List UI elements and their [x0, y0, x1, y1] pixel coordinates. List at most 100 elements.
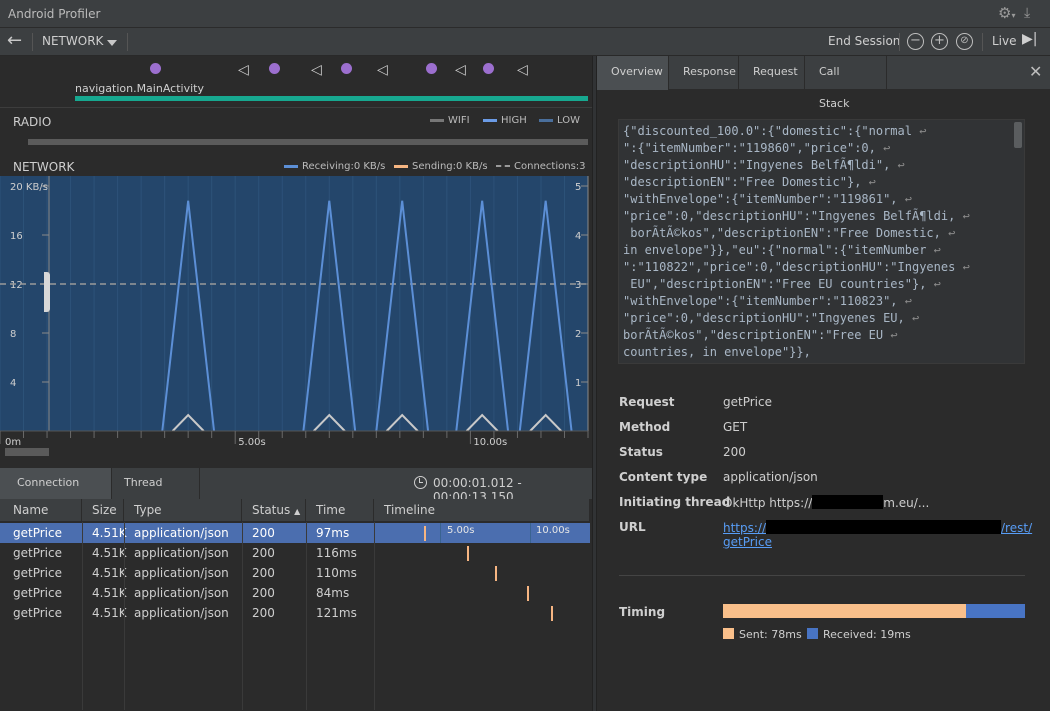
- field-value: GET: [723, 420, 748, 434]
- cell-name: getPrice: [13, 606, 62, 620]
- reset-zoom-icon[interactable]: ⊘: [956, 33, 973, 50]
- back-event-icon[interactable]: ◁: [517, 63, 528, 77]
- profiler-selector[interactable]: NETWORK: [42, 34, 103, 48]
- legend-wifi: WIFI: [430, 115, 470, 126]
- timeline-bar: [527, 586, 530, 601]
- end-session-button[interactable]: End Session: [828, 34, 900, 48]
- activity-bar[interactable]: [75, 96, 588, 101]
- zoom-in-icon[interactable]: +: [931, 33, 948, 50]
- y-right-tick-label: 3: [575, 280, 581, 291]
- y-tick-label: 4: [10, 378, 16, 389]
- column-divider: [124, 522, 125, 710]
- column-type[interactable]: Type: [124, 499, 242, 522]
- tab-response[interactable]: Response: [669, 56, 739, 90]
- column-name[interactable]: Name: [0, 499, 82, 522]
- cell-name: getPrice: [13, 586, 62, 600]
- cell-type: application/json: [134, 566, 229, 580]
- timeline-bar: [551, 606, 554, 621]
- cell-size: 4.51K: [92, 546, 127, 560]
- legend-sending: Sending:0 KB/s: [394, 161, 488, 172]
- timing-bar: [723, 604, 1025, 618]
- table-row[interactable]: getPrice 4.51K application/json 200 97ms 5.00…: [0, 523, 590, 543]
- back-event-icon[interactable]: ◁: [377, 63, 388, 77]
- response-preview[interactable]: {"discounted_100.0":{"domestic":{"normal…: [618, 119, 1025, 364]
- detail-tabs: Overview Response Request Call Stack ✕: [597, 56, 1050, 110]
- go-live-icon[interactable]: ▶|: [1022, 31, 1037, 47]
- table-row[interactable]: getPrice 4.51K application/json 200 110ms: [0, 563, 590, 583]
- timeline-label: 10.00s: [536, 525, 570, 536]
- cell-time: 110ms: [316, 566, 357, 580]
- cell-status: 200: [252, 526, 275, 540]
- x-tick-label: 0m: [5, 437, 21, 448]
- timeline-divider: [440, 523, 441, 543]
- zoom-out-icon[interactable]: −: [907, 33, 924, 50]
- back-event-icon[interactable]: ◁: [311, 63, 322, 77]
- code-line: in envelope"}},"eu":{"normal":{"itemNumb…: [623, 243, 941, 257]
- soft-wrap-icon: ↩: [861, 175, 876, 189]
- response-body: {"discounted_100.0":{"domestic":{"normal…: [623, 123, 1003, 361]
- touch-event-dot[interactable]: [483, 63, 494, 74]
- touch-event-dot[interactable]: [426, 63, 437, 74]
- table-row[interactable]: getPrice 4.51K application/json 200 84ms: [0, 583, 590, 603]
- timeline-label: 5.00s: [447, 525, 475, 536]
- column-size[interactable]: Size: [82, 499, 124, 522]
- soft-wrap-icon: ↩: [875, 141, 891, 155]
- cell-size: 4.51K: [92, 586, 127, 600]
- soft-wrap-icon: ↩: [897, 192, 912, 206]
- y-right-tick-label: 1: [575, 378, 581, 389]
- y-tick-label: 8: [10, 329, 16, 340]
- soft-wrap-icon: ↩: [926, 277, 941, 291]
- touch-event-dot[interactable]: [269, 63, 280, 74]
- tab-overview[interactable]: Overview: [597, 56, 669, 90]
- code-line: "withEnvelope":{"itemNumber":"110823", ↩: [623, 294, 912, 308]
- timeline-scrollbar[interactable]: [5, 448, 49, 456]
- x-tick-label: 10.00s: [473, 437, 507, 448]
- column-status[interactable]: Status ▲: [242, 499, 306, 522]
- sort-ascending-icon: ▲: [294, 507, 301, 516]
- tab-thread-view[interactable]: Thread View: [112, 468, 200, 519]
- gear-icon[interactable]: ⚙▾: [998, 4, 1015, 22]
- back-arrow-icon[interactable]: ←: [7, 30, 22, 51]
- tab-connection-view[interactable]: Connection View: [0, 468, 112, 519]
- legend-receiving: Receiving:0 KB/s: [284, 161, 385, 172]
- code-line: countries, in envelope"}},: [623, 345, 811, 359]
- scrollbar[interactable]: [1014, 122, 1022, 148]
- code-line: borÃ­tÃ©kos","descriptionEN":"Free EU ↩: [623, 328, 898, 342]
- code-line: ":"110822","price":0,"descriptionHU":"In…: [623, 260, 970, 274]
- table-row[interactable]: getPrice 4.51K application/json 200 121ms: [0, 603, 590, 623]
- cell-time: 84ms: [316, 586, 350, 600]
- tab-call-stack[interactable]: Call Stack: [805, 56, 887, 110]
- download-icon[interactable]: ⤓: [1024, 5, 1030, 21]
- back-event-icon[interactable]: ◁: [455, 63, 466, 77]
- y-tick-label: 16: [10, 231, 23, 242]
- table-row[interactable]: getPrice 4.51K application/json 200 116ms: [0, 543, 590, 563]
- y-right-tick-label: 2: [575, 329, 581, 340]
- redacted-block: [766, 520, 1002, 534]
- legend-connections: Connections:3: [496, 161, 586, 172]
- left-pane: ◁ ◁ ◁ ◁ ◁ navigation.MainActivity RADIO …: [0, 56, 592, 711]
- column-timeline[interactable]: Timeline: [374, 499, 590, 522]
- cell-name: getPrice: [13, 526, 62, 540]
- chevron-down-icon[interactable]: [107, 40, 117, 46]
- soft-wrap-icon: ↩: [890, 158, 905, 172]
- network-chart-svg[interactable]: 20 KB/s 16 12 8 4 5 4 3 2 1 0m 5.00s 10.00s: [0, 154, 592, 464]
- touch-event-dot[interactable]: [341, 63, 352, 74]
- toolbar-divider: [32, 33, 33, 51]
- back-event-icon[interactable]: ◁: [238, 63, 249, 77]
- touch-event-dot[interactable]: [150, 63, 161, 74]
- close-icon[interactable]: ✕: [1029, 62, 1042, 81]
- timeline-bar: [466, 546, 469, 561]
- timeline-bar: [494, 566, 497, 581]
- cell-size: 4.51K: [92, 566, 127, 580]
- url-link[interactable]: https:///rest/ getPrice: [723, 520, 1032, 549]
- legend-low: LOW: [539, 115, 580, 126]
- column-time[interactable]: Time: [306, 499, 374, 522]
- live-button[interactable]: Live: [992, 34, 1017, 48]
- tab-request[interactable]: Request: [739, 56, 805, 90]
- code-line: ":{"itemNumber":"119860","price":0, ↩: [623, 141, 891, 155]
- cell-type: application/json: [134, 586, 229, 600]
- x-tick-label: 5.00s: [238, 437, 265, 448]
- cell-size: 4.51K: [92, 606, 127, 620]
- range-handle[interactable]: [44, 272, 50, 312]
- connection-details: Overview Response Request Call Stack ✕ {…: [597, 56, 1050, 711]
